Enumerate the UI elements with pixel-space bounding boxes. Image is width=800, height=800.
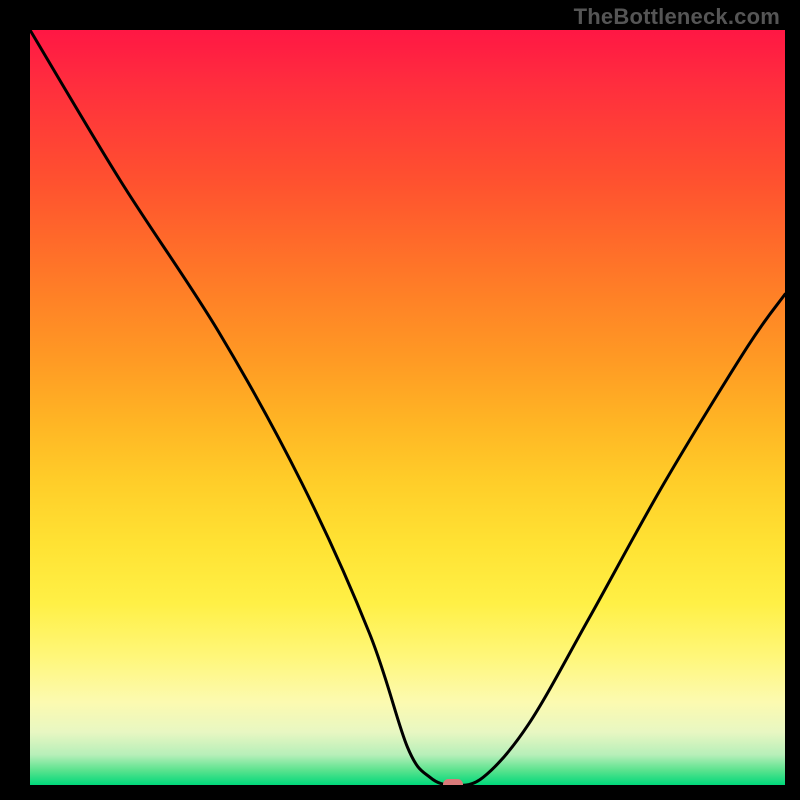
watermark-text: TheBottleneck.com <box>574 4 780 30</box>
chart-frame: TheBottleneck.com <box>0 0 800 800</box>
optimal-point-marker <box>443 779 463 785</box>
bottleneck-curve <box>30 30 785 785</box>
plot-area <box>30 30 785 785</box>
